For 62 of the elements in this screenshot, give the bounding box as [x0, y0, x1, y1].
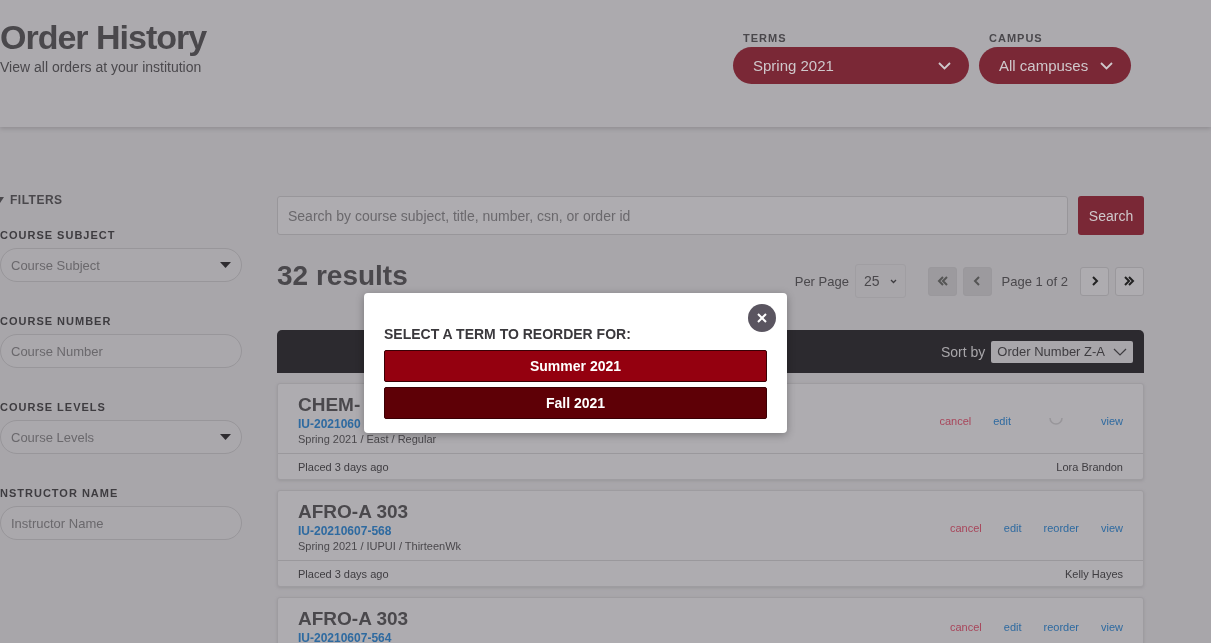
action-link[interactable]: view [1101, 521, 1123, 534]
order-id-link[interactable]: IU-2021060 [298, 416, 361, 432]
per-page-select[interactable]: 25 [854, 264, 906, 298]
action-link[interactable]: edit [1003, 521, 1022, 534]
filters-toggle[interactable]: FILTERS [0, 193, 242, 207]
dropdown-select[interactable]: Spring 2021 [733, 47, 969, 84]
order-id-link[interactable]: IU-20210607-564 [298, 630, 392, 643]
action-link[interactable]: view [1101, 414, 1123, 427]
cancel-link[interactable]: cancel [949, 621, 982, 633]
pager-button[interactable] [1080, 266, 1109, 296]
action-link[interactable]: reorder [1043, 521, 1079, 534]
action-link[interactable]: view [1101, 621, 1123, 633]
course-title: AFRO-A 303 [298, 608, 409, 630]
chevron-left-icon [971, 275, 983, 287]
course-title: CHEM- [298, 394, 361, 416]
page-title: Order History [0, 18, 207, 57]
course-title: AFRO-A 303 [298, 501, 409, 523]
double-chevron-right-icon [1123, 275, 1136, 287]
action-link[interactable]: reorder [1043, 621, 1079, 633]
term-button[interactable]: Summer 2021 [384, 350, 767, 382]
filter-label: NSTRUCTOR NAME [0, 487, 119, 499]
pager-button[interactable] [1115, 266, 1144, 296]
action-link[interactable]: edit [1003, 621, 1022, 633]
close-button[interactable] [748, 304, 776, 332]
placed-by: Kelly Hayes [1064, 568, 1123, 580]
placed-date: Placed 3 days ago [298, 461, 389, 473]
placed-by: Lora Brandon [1056, 461, 1123, 473]
filter-label: COURSE SUBJECT [0, 229, 116, 241]
cancel-link[interactable]: cancel [939, 414, 972, 427]
chevron-down-icon [1113, 347, 1127, 356]
chevron-down-icon [1100, 61, 1113, 70]
results-count: 32 results [277, 261, 408, 291]
term-button[interactable]: Fall 2021 [384, 387, 767, 419]
chevron-down-icon [938, 61, 951, 70]
filter-dropdown[interactable]: Course Subject [0, 248, 242, 282]
page-indicator: Page 1 of 2 [1001, 273, 1068, 289]
double-chevron-left-icon [936, 275, 948, 287]
search-field[interactable]: Search by course subject, title, number, csn, or order id [277, 196, 1068, 235]
dropdown-select[interactable]: All campuses [979, 47, 1131, 84]
filter-dropdown[interactable]: Course Levels [0, 420, 242, 454]
order-details: Spring 2021 / East / Regular [298, 432, 437, 447]
filter-input[interactable]: Instructor Name [0, 506, 242, 540]
order-details: Spring 2021 / IUPUI / ThirteenWk [298, 539, 462, 554]
caret-down-icon [220, 434, 231, 440]
select-label: CAMPUS [989, 32, 1044, 44]
search-button[interactable]: Search [1078, 196, 1144, 235]
caret-down-icon [220, 262, 231, 268]
page-subtitle: View all orders at your institution [0, 59, 203, 75]
order-id-link[interactable]: IU-20210607-568 [298, 523, 392, 539]
select-label: TERMS [743, 32, 788, 44]
cancel-link[interactable]: cancel [949, 521, 982, 534]
filter-label: COURSE NUMBER [0, 315, 112, 327]
close-icon [757, 313, 767, 323]
per-page-label: Per Page [794, 273, 849, 289]
chevron-down-icon [889, 278, 897, 284]
modal-title: SELECT A TERM TO REORDER FOR: [384, 326, 632, 342]
filter-label: COURSE LEVELS [0, 401, 106, 413]
sort-label: Sort by [941, 343, 986, 360]
action-link[interactable]: edit [993, 414, 1011, 427]
sort-select[interactable]: Order Number Z-A [991, 340, 1133, 363]
filter-input[interactable]: Course Number [0, 334, 242, 368]
placed-date: Placed 3 days ago [298, 568, 389, 580]
